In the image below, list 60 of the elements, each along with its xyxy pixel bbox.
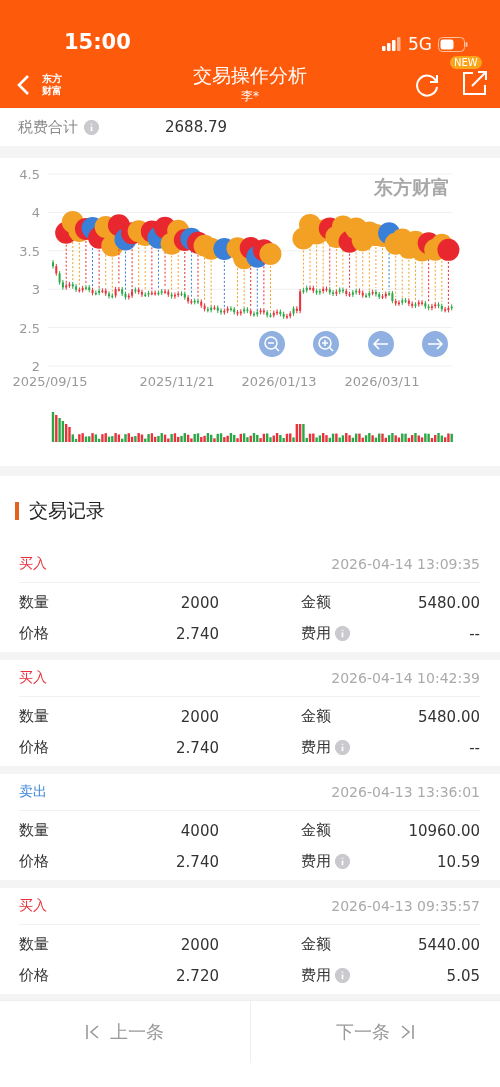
field-value: 5480.00 — [416, 593, 480, 612]
axis-label: 3.5 — [19, 243, 40, 259]
field-label: 价格 — [19, 966, 50, 985]
axis-label: 2 — [31, 359, 40, 374]
field-value: 5440.00 — [416, 935, 480, 954]
summary-value: 2688.79 — [165, 118, 228, 136]
axis-label: 4 — [31, 205, 40, 221]
field-label: 数量 — [19, 935, 50, 954]
page-title: 交易操作分析 — [193, 63, 307, 88]
chart-watermark: 东方财富 — [374, 176, 450, 198]
trade-time: 2026-04-14 13:09:35 — [331, 556, 480, 572]
summary-label: 税费合计 — [18, 117, 79, 137]
axis-label: 2025/09/15 — [12, 374, 88, 389]
field-label: 价格 — [19, 738, 50, 757]
field-label: 数量 — [19, 821, 50, 840]
axis-label: 3 — [31, 282, 40, 298]
axis-label: 2025/11/21 — [139, 374, 215, 389]
field-value: 5.05 — [445, 966, 480, 985]
page-subtitle: 李* — [241, 88, 259, 104]
section-title: 交易记录 — [29, 498, 105, 523]
field-value: 2000 — [179, 593, 219, 612]
field-label: 费用 — [301, 852, 331, 871]
field-label: 数量 — [19, 593, 50, 612]
field-value: 2.740 — [175, 624, 219, 643]
field-value: 10960.00 — [407, 821, 480, 840]
field-value: 10.59 — [436, 852, 480, 871]
field-value: -- — [468, 738, 480, 757]
field-label: 金额 — [301, 593, 332, 612]
trade-side: 卖出 — [19, 783, 47, 801]
status-time: 15:00 — [64, 30, 131, 54]
app-logo: 东方 财富 — [42, 73, 62, 97]
field-label: 金额 — [301, 935, 332, 954]
trade-time: 2026-04-13 13:36:01 — [331, 784, 480, 800]
field-label: 价格 — [19, 852, 50, 871]
field-value: 2000 — [179, 707, 219, 726]
field-label: 数量 — [19, 707, 50, 726]
axis-label: 4.5 — [19, 167, 40, 182]
trade-time: 2026-04-13 09:35:57 — [331, 898, 480, 914]
field-label: 价格 — [19, 624, 50, 643]
trade-side: 买入 — [19, 897, 47, 915]
trade-time: 2026-04-14 10:42:39 — [331, 670, 480, 686]
field-value: 2.720 — [175, 966, 219, 985]
field-label: 费用 — [301, 624, 331, 643]
field-value: -- — [468, 624, 480, 643]
field-value: 4000 — [179, 821, 219, 840]
trade-side: 买入 — [19, 669, 47, 687]
trade-side: 买入 — [19, 555, 47, 573]
field-value: 2.740 — [175, 852, 219, 871]
field-value: 2000 — [179, 935, 219, 954]
field-label: 金额 — [301, 821, 332, 840]
network-label: 5G — [408, 34, 432, 54]
axis-label: 2026/03/11 — [344, 374, 420, 389]
axis-label: 2.5 — [19, 320, 40, 336]
field-label: 金额 — [301, 707, 332, 726]
axis-label: 2026/01/13 — [241, 374, 317, 389]
field-label: 费用 — [301, 738, 331, 757]
field-label: 费用 — [301, 966, 331, 985]
field-value: 5480.00 — [416, 707, 480, 726]
new-badge: NEW — [450, 56, 482, 69]
field-value: 2.740 — [175, 738, 219, 757]
